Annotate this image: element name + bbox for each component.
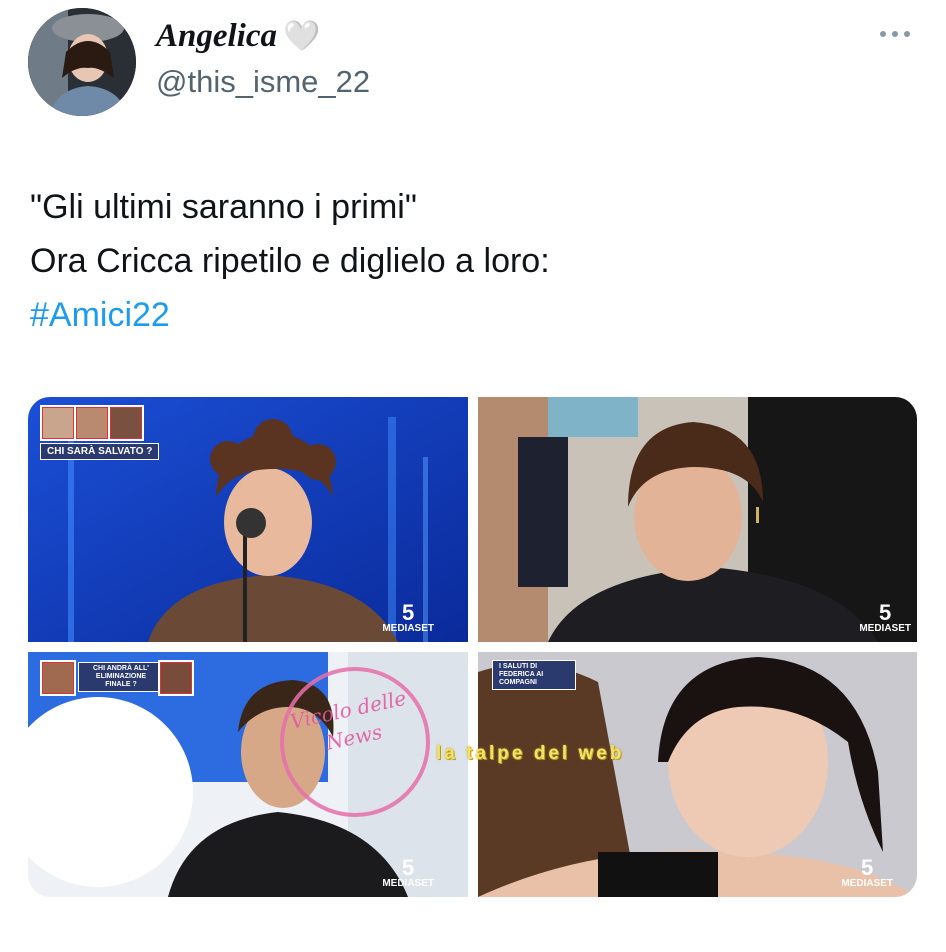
contestant-thumb (76, 407, 108, 439)
channel-number: 5 (861, 855, 874, 880)
more-icon (880, 31, 910, 37)
tweet-text: "Gli ultimi saranno i primi" Ora Cricca … (30, 180, 550, 342)
media-photo-1[interactable]: CHI SARÀ SALVATO ? 5 MEDIASET (28, 397, 468, 642)
more-options-button[interactable] (878, 24, 912, 44)
channel-network: MEDIASET (841, 878, 893, 889)
author-display-name[interactable]: Angelica 🤍 (156, 18, 320, 55)
photo-1-caption: CHI SARÀ SALVATO ? (40, 443, 160, 460)
channel-logo: 5 MEDIASET (859, 602, 911, 634)
display-name-text: Angelica (156, 18, 277, 54)
contestant-thumb (110, 407, 142, 439)
media-photo-2[interactable]: 5 MEDIASET (478, 397, 917, 642)
channel-network: MEDIASET (382, 623, 434, 634)
contestant-thumbnails (40, 405, 144, 441)
tweet-line-2: Ora Cricca ripetilo e diglielo a loro: (30, 242, 550, 280)
photo-3-caption: CHI ANDRÀ ALL' ELIMINAZIONE FINALE ? (78, 662, 164, 692)
media-photo-4[interactable]: I SALUTI DI FEDERICA AI COMPAGNI 5 MEDIA… (478, 652, 917, 897)
contestant-thumb (42, 662, 74, 694)
watermark-text: la talpe del web (436, 743, 625, 764)
channel-number: 5 (402, 600, 415, 625)
media-grid: CHI SARÀ SALVATO ? 5 MEDIASET 5 MEDIASET (28, 397, 917, 897)
channel-logo: 5 MEDIASET (841, 857, 893, 889)
tweet-line-1: "Gli ultimi saranno i primi" (30, 188, 417, 226)
author-handle[interactable]: @this_isme_22 (156, 64, 370, 100)
channel-network: MEDIASET (859, 623, 911, 634)
photo-2-image (478, 397, 917, 642)
contestant-thumbnails (158, 660, 194, 696)
channel-number: 5 (402, 855, 415, 880)
contestant-thumb (42, 407, 74, 439)
avatar-image (28, 8, 136, 116)
channel-number: 5 (879, 600, 892, 625)
contestant-thumb (160, 662, 192, 694)
contestant-thumbnails (40, 660, 76, 696)
photo-4-caption: I SALUTI DI FEDERICA AI COMPAGNI (492, 660, 576, 690)
channel-logo: 5 MEDIASET (382, 602, 434, 634)
channel-network: MEDIASET (382, 878, 434, 889)
white-heart-icon: 🤍 (283, 19, 321, 54)
hashtag-link[interactable]: #Amici22 (30, 288, 550, 342)
author-avatar[interactable] (28, 8, 136, 116)
channel-logo: 5 MEDIASET (382, 857, 434, 889)
